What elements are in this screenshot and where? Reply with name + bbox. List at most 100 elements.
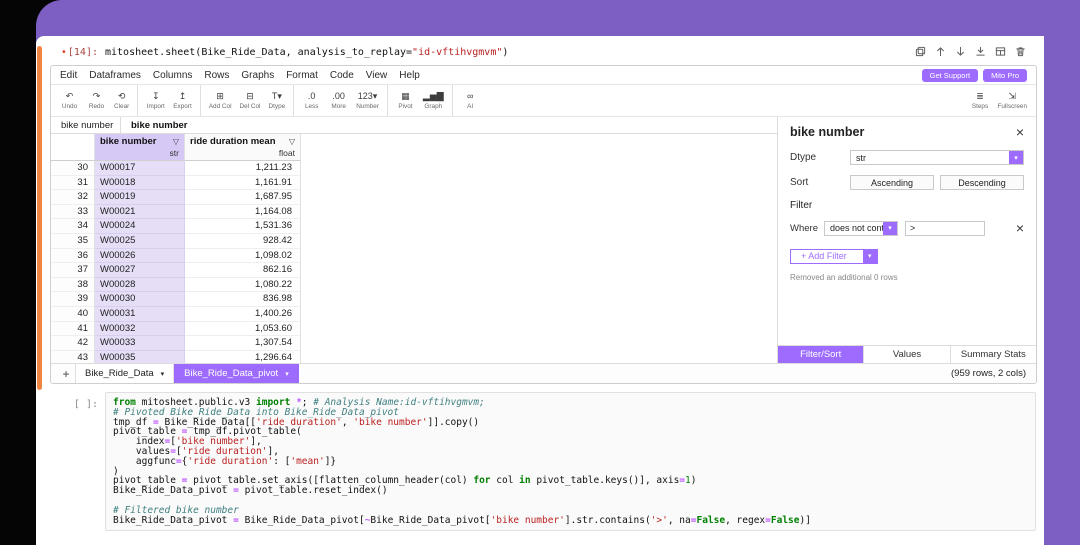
chevron-down-icon[interactable]: ▾	[863, 250, 877, 263]
row-index[interactable]: 31	[51, 176, 95, 191]
column-header-bike-number[interactable]: bike number ▽ str	[95, 134, 185, 161]
cell-ride-duration-mean[interactable]: 1,161.91	[185, 176, 301, 191]
cell-bike-number[interactable]: W00021	[95, 205, 185, 220]
cell-bike-number[interactable]: W00017	[95, 161, 185, 176]
cell-ride-duration-mean[interactable]: 1,098.02	[185, 249, 301, 264]
cell-ride-duration-mean[interactable]: 836.98	[185, 292, 301, 307]
move-cell-up-icon[interactable]	[935, 46, 946, 57]
toolbar-button[interactable]: ⟲ Clear	[110, 85, 138, 116]
delete-cell-icon[interactable]	[1015, 46, 1026, 57]
filter-icon[interactable]: ▽	[173, 137, 179, 146]
row-index[interactable]: 40	[51, 307, 95, 322]
cell-source[interactable]: from mitosheet.public.v3 import *; # Ana…	[105, 392, 1036, 531]
menu-item[interactable]: Graphs	[241, 70, 274, 81]
cell-bike-number[interactable]: W00024	[95, 219, 185, 234]
cell-ride-duration-mean[interactable]: 1,307.54	[185, 336, 301, 351]
move-cell-down-icon[interactable]	[955, 46, 966, 57]
cell-ride-duration-mean[interactable]: 1,211.23	[185, 161, 301, 176]
cell-bike-number[interactable]: W00032	[95, 322, 185, 337]
cell-ride-duration-mean[interactable]: 1,053.60	[185, 322, 301, 337]
cell-source-line[interactable]: mitosheet.sheet(Bike_Ride_Data, analysis…	[98, 44, 915, 59]
menu-item[interactable]: Help	[399, 70, 420, 81]
filter-value-input[interactable]	[905, 221, 985, 236]
menu-pill-button[interactable]: Get Support	[922, 69, 978, 82]
row-index[interactable]: 43	[51, 351, 95, 363]
cell-bike-number[interactable]: W00030	[95, 292, 185, 307]
cell-options-icon[interactable]	[995, 46, 1006, 57]
panel-tab[interactable]: Summary Stats	[951, 346, 1036, 363]
sort-descending-button[interactable]: Descending	[940, 175, 1024, 190]
sheet-tab[interactable]: Bike_Ride_Data ▾	[75, 364, 174, 383]
row-index[interactable]: 41	[51, 322, 95, 337]
toolbar-button[interactable]: 123▾ Number	[352, 85, 388, 116]
cell-bike-number[interactable]: W00026	[95, 249, 185, 264]
toolbar-button[interactable]: ↷ Redo	[83, 85, 110, 116]
menu-item[interactable]: Format	[286, 70, 318, 81]
toolbar-button[interactable]: .00 More	[325, 85, 352, 116]
menu-item[interactable]: Rows	[204, 70, 229, 81]
dtype-select[interactable]: str ▾	[850, 150, 1024, 165]
row-index[interactable]: 36	[51, 249, 95, 264]
row-index[interactable]: 38	[51, 278, 95, 293]
menu-item[interactable]: Columns	[153, 70, 192, 81]
toolbar-button[interactable]: ⊟ Del Col	[236, 85, 265, 116]
grid-row: 37 W00027 862.16	[51, 263, 777, 278]
insert-cell-below-icon[interactable]	[975, 46, 986, 57]
toolbar-button[interactable]: ↥ Export	[169, 85, 200, 116]
cell-bike-number[interactable]: W00031	[95, 307, 185, 322]
filter-icon[interactable]: ▽	[289, 137, 295, 146]
row-index[interactable]: 35	[51, 234, 95, 249]
row-index[interactable]: 34	[51, 219, 95, 234]
cell-ride-duration-mean[interactable]: 928.42	[185, 234, 301, 249]
cell-bike-number[interactable]: W00027	[95, 263, 185, 278]
toolbar-button[interactable]: T▾ Dtype	[264, 85, 294, 116]
panel-tab[interactable]: Values	[864, 346, 950, 363]
cell-bike-number[interactable]: W00035	[95, 351, 185, 363]
menu-item[interactable]: Code	[330, 70, 354, 81]
toolbar-button[interactable]: ⇲ Fullscreen	[994, 85, 1031, 116]
chevron-down-icon[interactable]: ▾	[1009, 151, 1023, 164]
row-index[interactable]: 39	[51, 292, 95, 307]
toolbar-button[interactable]: ▦ Pivot	[392, 85, 419, 116]
menu-item[interactable]: Dataframes	[89, 70, 141, 81]
formula-bar-value[interactable]: bike number	[121, 117, 188, 133]
toolbar-button[interactable]: ▂▅▇ Graph	[419, 85, 453, 116]
cell-ride-duration-mean[interactable]: 1,531.36	[185, 219, 301, 234]
close-icon[interactable]: ×	[1016, 126, 1024, 138]
toolbar-button[interactable]: ↧ Import	[142, 85, 169, 116]
add-filter-button[interactable]: + Add Filter ▾	[790, 249, 878, 264]
column-header-ride-duration-mean[interactable]: ride duration mean ▽ float	[185, 134, 301, 161]
row-index[interactable]: 37	[51, 263, 95, 278]
sort-ascending-button[interactable]: Ascending	[850, 175, 934, 190]
cell-bike-number[interactable]: W00028	[95, 278, 185, 293]
panel-tab[interactable]: Filter/Sort	[778, 346, 864, 363]
toolbar-button[interactable]: ⊞ Add Col	[205, 85, 236, 116]
row-index[interactable]: 33	[51, 205, 95, 220]
cell-ride-duration-mean[interactable]: 1,687.95	[185, 190, 301, 205]
row-index[interactable]: 30	[51, 161, 95, 176]
remove-filter-icon[interactable]: ×	[1016, 220, 1024, 236]
toolbar-button[interactable]: .0 Less	[298, 85, 325, 116]
toolbar-button[interactable]: ≣ Steps	[967, 85, 994, 116]
add-sheet-button[interactable]: +	[57, 364, 75, 383]
menu-pill-button[interactable]: Mito Pro	[983, 69, 1027, 82]
menu-item[interactable]: Edit	[60, 70, 77, 81]
duplicate-cell-icon[interactable]	[915, 46, 926, 57]
cell-ride-duration-mean[interactable]: 1,296.64	[185, 351, 301, 363]
cell-bike-number[interactable]: W00033	[95, 336, 185, 351]
cell-ride-duration-mean[interactable]: 1,080.22	[185, 278, 301, 293]
chevron-down-icon[interactable]: ▾	[883, 222, 897, 235]
cell-bike-number[interactable]: W00018	[95, 176, 185, 191]
filter-condition-select[interactable]: does not contain ▾	[824, 221, 898, 236]
cell-ride-duration-mean[interactable]: 862.16	[185, 263, 301, 278]
toolbar-button[interactable]: ∞ AI	[457, 85, 484, 116]
row-index[interactable]: 42	[51, 336, 95, 351]
toolbar-button[interactable]: ↶ Undo	[56, 85, 83, 116]
row-index[interactable]: 32	[51, 190, 95, 205]
cell-ride-duration-mean[interactable]: 1,164.08	[185, 205, 301, 220]
cell-bike-number[interactable]: W00025	[95, 234, 185, 249]
cell-ride-duration-mean[interactable]: 1,400.26	[185, 307, 301, 322]
cell-bike-number[interactable]: W00019	[95, 190, 185, 205]
menu-item[interactable]: View	[366, 70, 388, 81]
sheet-tab[interactable]: Bike_Ride_Data_pivot ▾	[174, 364, 299, 383]
